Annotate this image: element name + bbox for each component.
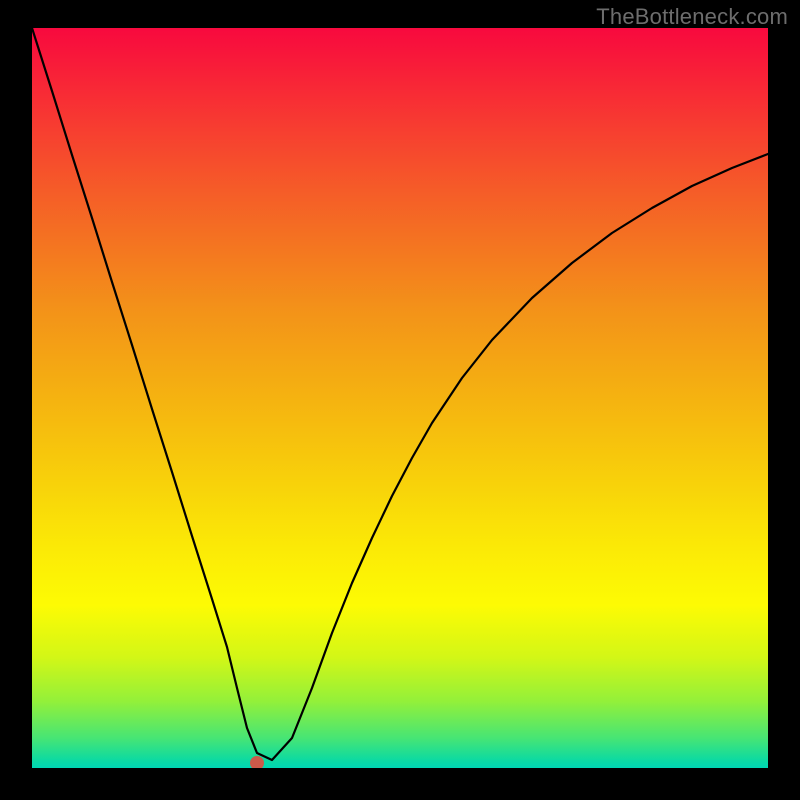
minimum-marker xyxy=(250,756,264,768)
bottleneck-curve xyxy=(32,28,768,760)
plot-area xyxy=(32,28,768,768)
curve-svg xyxy=(32,28,768,768)
watermark-text: TheBottleneck.com xyxy=(596,4,788,30)
chart-frame: TheBottleneck.com xyxy=(0,0,800,800)
